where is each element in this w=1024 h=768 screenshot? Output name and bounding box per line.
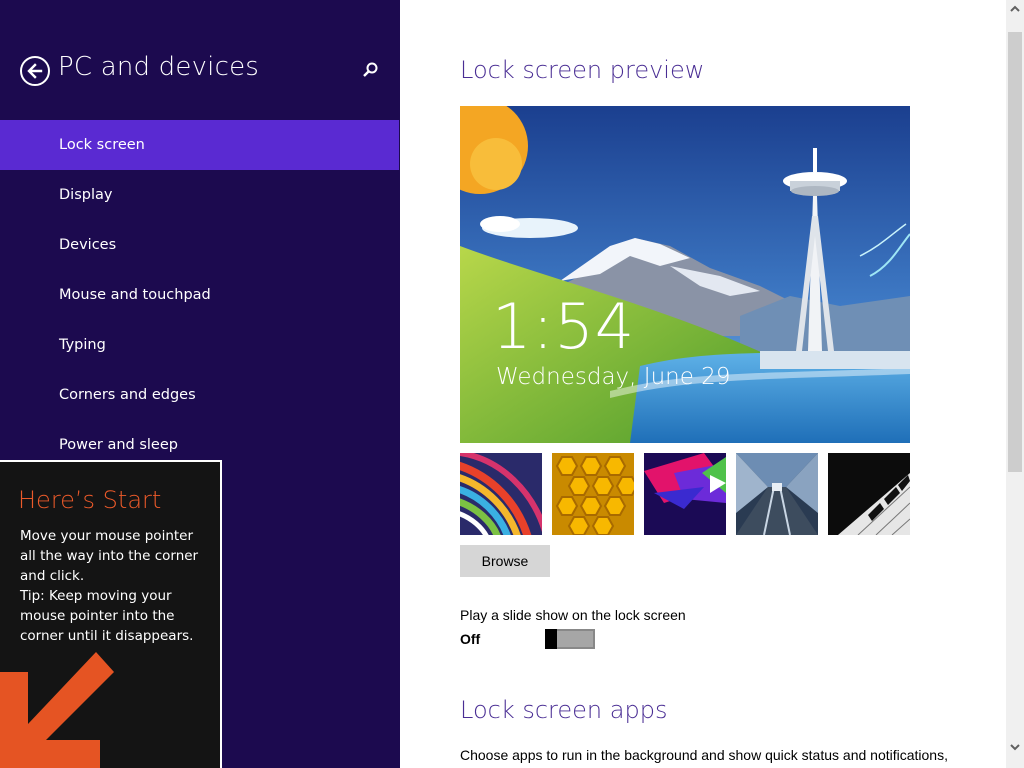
tip-line: and click. (20, 568, 85, 584)
sidebar: PC and devices Lock screen Display Devic… (0, 0, 400, 768)
vertical-scrollbar[interactable] (1006, 0, 1024, 768)
thumbnail-train-tunnel[interactable] (736, 453, 818, 535)
nav-item-display[interactable]: Display (0, 170, 399, 220)
toggle-knob[interactable] (545, 629, 557, 649)
browse-button[interactable]: Browse (460, 545, 550, 577)
lock-screen-preview-image: 1:54 Wednesday, June 29 (460, 106, 910, 443)
lock-screen-preview-heading: Lock screen preview (460, 56, 705, 84)
lock-screen-apps-heading: Lock screen apps (460, 696, 668, 724)
back-button[interactable] (20, 56, 50, 86)
back-arrow-icon (27, 63, 43, 79)
tip-line: all the way into the corner (20, 548, 199, 564)
thumbnail-piano-keys[interactable] (828, 453, 910, 535)
lock-screen-apps-description: Choose apps to run in the background and… (460, 747, 948, 763)
seattle-landscape-image (460, 106, 910, 443)
nav-item-mouse-and-touchpad[interactable]: Mouse and touchpad (0, 270, 399, 320)
main-content: Lock screen preview 1:54 Wednesday, June… (400, 0, 1006, 768)
background-thumbnails (460, 453, 910, 535)
settings-nav: Lock screen Display Devices Mouse and to… (0, 120, 399, 470)
search-button[interactable] (358, 58, 382, 82)
tip-line: corner until it disappears. (20, 628, 194, 644)
nav-item-lock-screen[interactable]: Lock screen (0, 120, 399, 170)
page-title: PC and devices (58, 52, 260, 82)
nav-item-devices[interactable]: Devices (0, 220, 399, 270)
scroll-thumb[interactable] (1008, 32, 1022, 472)
slideshow-label: Play a slide show on the lock screen (460, 607, 686, 623)
thumbnail-geometric-shapes[interactable] (644, 453, 726, 535)
tip-line: mouse pointer into the (20, 608, 175, 624)
scroll-down-button[interactable] (1006, 738, 1024, 756)
tip-line: Move your mouse pointer (20, 528, 194, 544)
nav-item-typing[interactable]: Typing (0, 320, 399, 370)
tip-title: Here’s Start (18, 486, 162, 514)
thumbnail-honeycomb[interactable] (552, 453, 634, 535)
slideshow-toggle[interactable] (545, 629, 595, 649)
preview-clock-time: 1:54 (492, 290, 636, 363)
arrow-down-left-icon (0, 652, 114, 768)
nav-item-corners-and-edges[interactable]: Corners and edges (0, 370, 399, 420)
slideshow-toggle-state: Off (460, 631, 481, 647)
chevron-down-icon (1010, 744, 1020, 751)
thumbnail-colorful-stripes[interactable] (460, 453, 542, 535)
chevron-up-icon (1010, 5, 1020, 12)
preview-clock-date: Wednesday, June 29 (496, 364, 731, 390)
scroll-up-button[interactable] (1006, 0, 1024, 18)
tip-line: Tip: Keep moving your (20, 588, 172, 604)
tip-body: Move your mouse pointer all the way into… (20, 526, 210, 646)
search-icon (363, 62, 378, 77)
start-tip-callout: Here’s Start Move your mouse pointer all… (0, 460, 222, 768)
